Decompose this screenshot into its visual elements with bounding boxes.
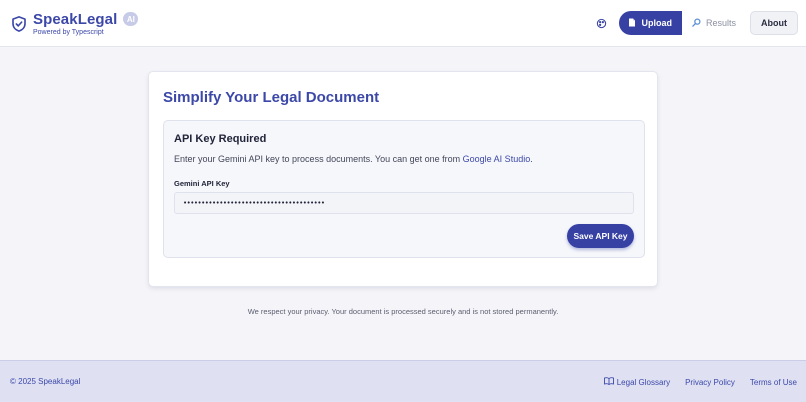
brand-text: SpeakLegal AI Powered by Typescript bbox=[33, 10, 139, 36]
brand-tagline: Powered by Typescript bbox=[33, 28, 104, 36]
save-api-key-button[interactable]: Save API Key bbox=[567, 224, 634, 248]
nav-results-label: Results bbox=[705, 18, 736, 28]
page-title: Simplify Your Legal Document bbox=[163, 89, 380, 106]
terms-of-use-link[interactable]: Terms of Use bbox=[750, 377, 797, 387]
brand-name: SpeakLegal bbox=[33, 10, 118, 28]
nav-upload-button[interactable]: Upload bbox=[619, 11, 682, 35]
api-key-description: Enter your Gemini API key to process doc… bbox=[174, 154, 533, 164]
upload-card: Simplify Your Legal Document API Key Req… bbox=[148, 71, 658, 287]
api-key-title: API Key Required bbox=[174, 133, 267, 145]
copyright: © 2025 SpeakLegal bbox=[10, 377, 81, 386]
book-icon bbox=[603, 377, 614, 387]
api-key-field-label: Gemini API Key bbox=[174, 179, 230, 188]
nav-about-button[interactable]: About bbox=[750, 11, 798, 35]
nav-upload-label: Upload bbox=[641, 18, 672, 28]
app-footer: © 2025 SpeakLegal Legal Glossary Privacy… bbox=[0, 360, 806, 402]
privacy-policy-link[interactable]: Privacy Policy bbox=[685, 377, 735, 387]
google-ai-studio-link[interactable]: Google AI Studio bbox=[463, 154, 531, 164]
nav-results-button[interactable]: Results bbox=[682, 11, 750, 35]
api-key-panel: API Key Required Enter your Gemini API k… bbox=[163, 120, 645, 258]
legal-glossary-label: Legal Glossary bbox=[616, 377, 671, 387]
brand[interactable]: SpeakLegal AI Powered by Typescript bbox=[10, 10, 139, 36]
legal-glossary-link[interactable]: Legal Glossary bbox=[603, 377, 671, 387]
palette-icon[interactable] bbox=[594, 16, 608, 30]
api-key-description-text: Enter your Gemini API key to process doc… bbox=[174, 154, 463, 164]
privacy-note: We respect your privacy. Your document i… bbox=[247, 307, 559, 316]
api-key-input[interactable] bbox=[174, 192, 634, 214]
ai-badge: AI bbox=[123, 12, 139, 26]
magnifier-icon bbox=[692, 18, 701, 29]
document-icon bbox=[628, 18, 636, 29]
footer-links: Legal Glossary Privacy Policy Terms of U… bbox=[603, 377, 797, 387]
main-nav: Upload Results About bbox=[594, 11, 798, 35]
api-key-description-end: . bbox=[530, 154, 533, 164]
shield-check-icon bbox=[10, 15, 28, 33]
app-header: SpeakLegal AI Powered by Typescript Uplo… bbox=[0, 0, 806, 47]
